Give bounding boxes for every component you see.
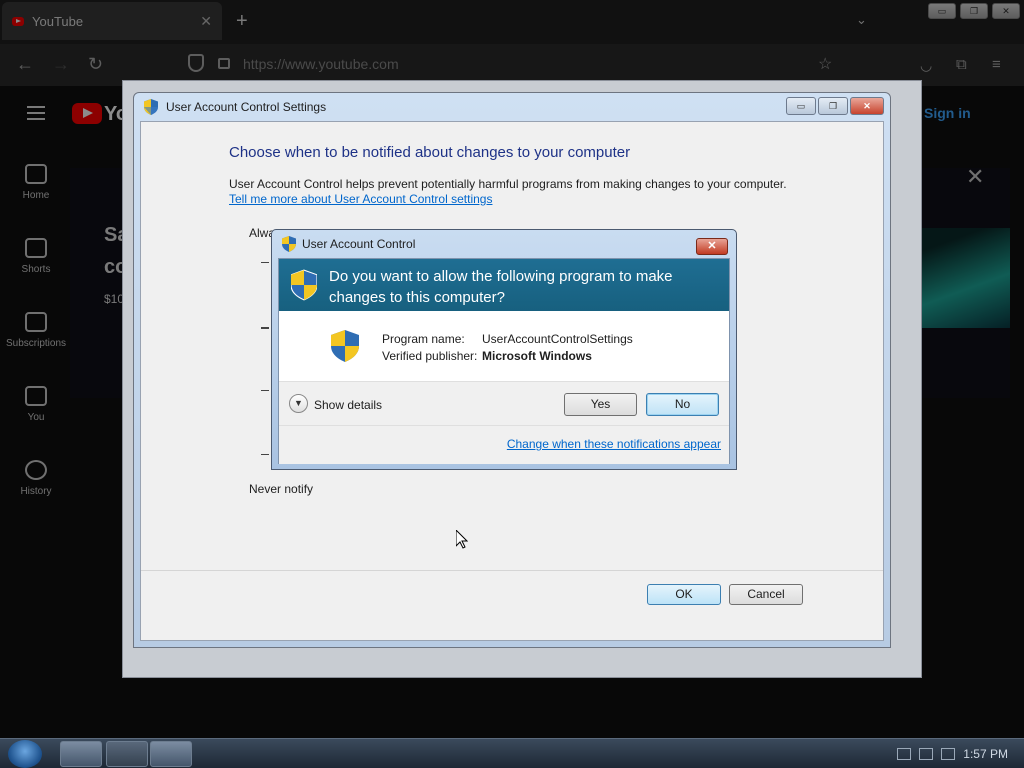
uac-prompt-content: Do you want to allow the following progr… <box>278 258 730 464</box>
uac-prompt-dialog: User Account Control ✕ Do you want to al… <box>271 229 737 470</box>
no-button[interactable]: No <box>646 393 719 416</box>
minimize-button[interactable]: ▭ <box>786 97 816 115</box>
uac-settings-window-controls: ▭ ❐ ✕ <box>786 97 884 115</box>
uac-settings-titlebar: User Account Control Settings <box>134 93 890 121</box>
close-button[interactable]: ✕ <box>850 97 884 115</box>
cancel-button[interactable]: Cancel <box>729 584 803 605</box>
slider-tick <box>261 390 269 391</box>
slider-tick <box>261 454 269 455</box>
close-button[interactable]: ✕ <box>696 238 728 255</box>
mouse-cursor-icon <box>456 530 468 549</box>
uac-shield-icon <box>282 236 296 252</box>
slider-tick <box>261 262 269 263</box>
slider-tick <box>261 327 269 329</box>
action-center-flag-icon[interactable] <box>897 748 912 760</box>
learn-more-link[interactable]: Tell me more about User Account Control … <box>229 192 492 206</box>
windows-taskbar: 1:57 PM <box>0 738 1024 768</box>
taskbar-explorer-icon[interactable] <box>106 741 148 767</box>
uac-question: Do you want to allow the following progr… <box>329 268 673 306</box>
publisher-label: Verified publisher: <box>382 349 478 363</box>
window-title: User Account Control Settings <box>166 100 327 114</box>
taskbar-firefox-icon[interactable] <box>60 741 102 767</box>
uac-prompt-header: Do you want to allow the following progr… <box>279 259 729 311</box>
show-details-toggle[interactable]: Show details <box>314 398 382 412</box>
yes-button[interactable]: Yes <box>564 393 637 416</box>
divider <box>141 570 883 571</box>
uac-prompt-titlebar: User Account Control <box>272 230 736 258</box>
maximize-button[interactable]: ❐ <box>818 97 848 115</box>
program-shield-icon <box>331 329 359 363</box>
volume-muted-icon[interactable] <box>941 748 956 760</box>
publisher-value: Microsoft Windows <box>482 349 592 363</box>
clock[interactable]: 1:57 PM <box>963 747 1008 761</box>
program-name-label: Program name: <box>382 332 465 346</box>
uac-prompt-action-bar: ▼ Show details Yes No <box>279 381 729 425</box>
dialog-title: User Account Control <box>302 237 416 251</box>
uac-shield-icon <box>291 269 317 301</box>
system-tray: 1:57 PM <box>897 739 1024 768</box>
network-icon[interactable] <box>919 748 934 760</box>
change-notifications-link[interactable]: Change when these notifications appear <box>507 437 721 451</box>
ok-button[interactable]: OK <box>647 584 721 605</box>
never-notify-label: Never notify <box>249 482 314 496</box>
taskbar-control-panel-icon[interactable] <box>150 741 192 767</box>
uac-shield-icon <box>144 99 158 115</box>
description-text: User Account Control helps prevent poten… <box>229 177 787 191</box>
chevron-down-icon[interactable]: ▼ <box>289 394 308 413</box>
page-heading: Choose when to be notified about changes… <box>229 144 631 161</box>
uac-prompt-footer: Change when these notifications appear <box>279 426 729 464</box>
start-button[interactable] <box>8 740 42 768</box>
program-name-value: UserAccountControlSettings <box>482 332 633 346</box>
